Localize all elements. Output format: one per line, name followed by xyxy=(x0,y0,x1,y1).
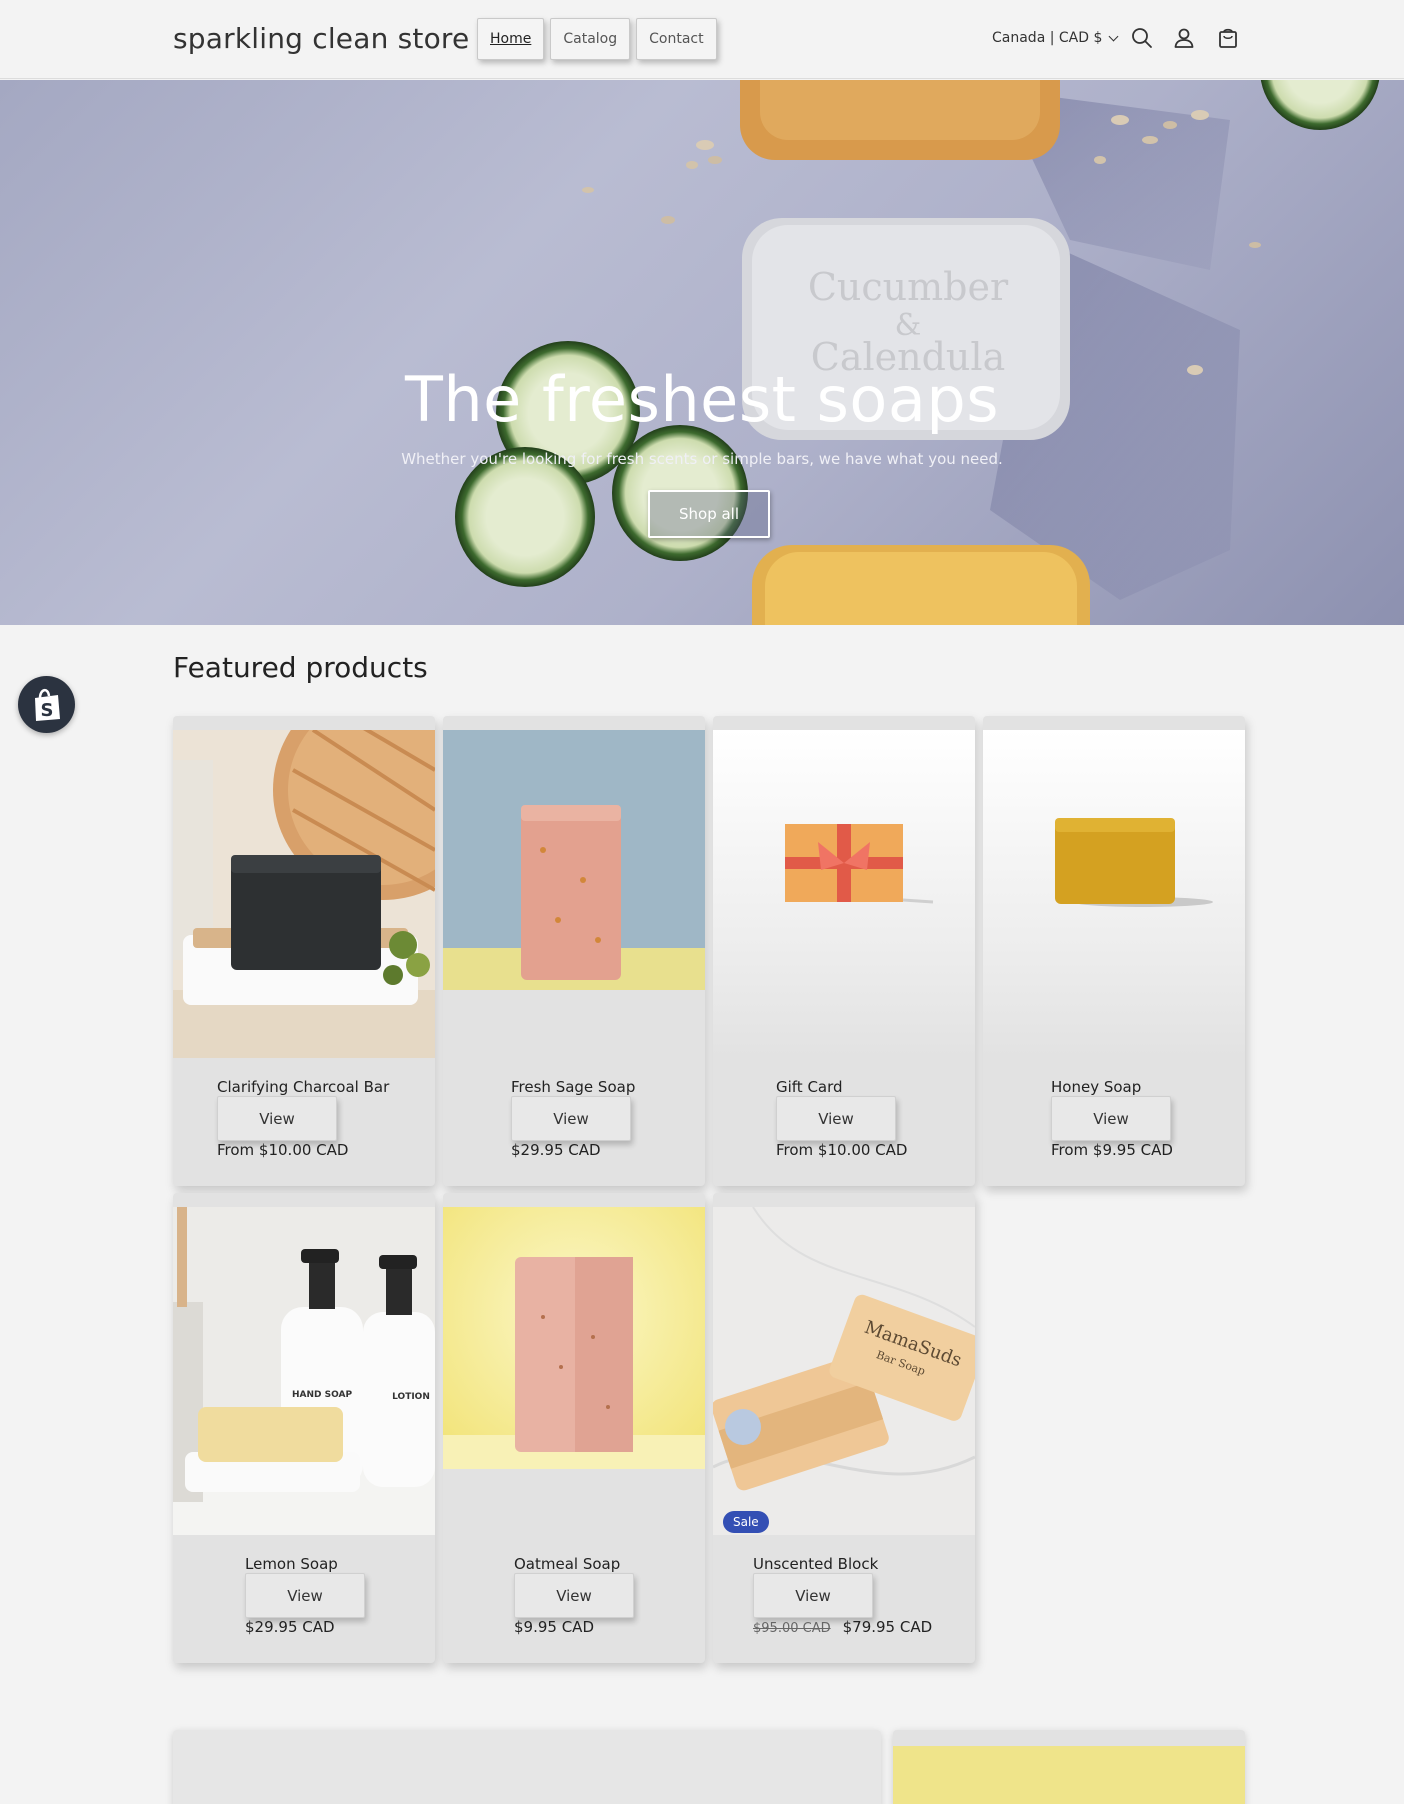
collection-card[interactable] xyxy=(173,1730,881,1804)
original-price: $95.00 CAD xyxy=(753,1621,831,1636)
view-button[interactable]: View xyxy=(511,1096,631,1141)
product-card[interactable]: Clarifying Charcoal Bar View From $10.00… xyxy=(173,716,435,1186)
product-price: From $10.00 CAD xyxy=(217,1141,349,1159)
country-selector[interactable]: Canada | CAD $ xyxy=(992,30,1119,46)
svg-text:Cucumber: Cucumber xyxy=(808,265,1009,309)
product-card[interactable]: MamaSuds Bar Soap Sale Unscented Block V… xyxy=(713,1193,975,1663)
hero-image: Cucumber & Calendula xyxy=(455,80,1380,625)
product-image: MamaSuds Bar Soap xyxy=(713,1207,975,1535)
shop-all-button[interactable]: Shop all xyxy=(648,490,770,538)
product-price: From $10.00 CAD xyxy=(776,1141,908,1159)
site-header: sparkling clean store Home Catalog Conta… xyxy=(0,0,1404,79)
hero-banner: Cucumber & Calendula The freshest soaps … xyxy=(0,80,1404,625)
product-image xyxy=(173,730,435,1058)
nav-home-label: Home xyxy=(490,31,532,47)
collection-card[interactable] xyxy=(893,1730,1245,1804)
product-card[interactable]: Fresh Sage Soap View $29.95 CAD xyxy=(443,716,705,1186)
product-name[interactable]: Honey Soap xyxy=(1051,1078,1141,1096)
product-name[interactable]: Oatmeal Soap xyxy=(514,1555,620,1573)
main-nav: Home Catalog Contact xyxy=(477,18,717,60)
product-image: HAND SOAP LOTION xyxy=(173,1207,435,1535)
hero-subtitle: Whether you're looking for fresh scents … xyxy=(401,450,1003,468)
search-icon[interactable] xyxy=(1130,26,1154,50)
product-image xyxy=(443,730,705,1058)
view-button[interactable]: View xyxy=(217,1096,337,1141)
cart-icon[interactable] xyxy=(1216,26,1240,50)
hero-title: The freshest soaps xyxy=(404,363,1000,436)
view-button[interactable]: View xyxy=(776,1096,896,1141)
nav-catalog-label: Catalog xyxy=(563,31,618,47)
svg-text:LOTION: LOTION xyxy=(392,1392,430,1402)
nav-catalog[interactable]: Catalog xyxy=(550,18,631,60)
featured-title: Featured products xyxy=(173,651,428,684)
view-button[interactable]: View xyxy=(753,1573,873,1618)
product-image xyxy=(713,730,975,1058)
product-name[interactable]: Clarifying Charcoal Bar xyxy=(217,1078,389,1096)
product-price: $95.00 CAD $79.95 CAD xyxy=(753,1618,932,1636)
product-name[interactable]: Unscented Block xyxy=(753,1555,878,1573)
product-card[interactable]: Honey Soap View From $9.95 CAD xyxy=(983,716,1245,1186)
sale-badge: Sale xyxy=(723,1511,769,1533)
nav-contact[interactable]: Contact xyxy=(636,18,717,60)
product-name[interactable]: Gift Card xyxy=(776,1078,843,1096)
product-name[interactable]: Fresh Sage Soap xyxy=(511,1078,635,1096)
product-price: $29.95 CAD xyxy=(511,1141,601,1159)
svg-text:S: S xyxy=(41,700,54,721)
account-icon[interactable] xyxy=(1172,26,1196,50)
collection-image xyxy=(893,1746,1245,1804)
store-logo[interactable]: sparkling clean store xyxy=(173,22,469,55)
product-image xyxy=(443,1207,705,1535)
nav-home[interactable]: Home xyxy=(477,18,545,60)
product-card[interactable]: Oatmeal Soap View $9.95 CAD xyxy=(443,1193,705,1663)
product-card[interactable]: Gift Card View From $10.00 CAD xyxy=(713,716,975,1186)
view-button[interactable]: View xyxy=(514,1573,634,1618)
product-name[interactable]: Lemon Soap xyxy=(245,1555,338,1573)
product-price: $9.95 CAD xyxy=(514,1618,594,1636)
view-button[interactable]: View xyxy=(1051,1096,1171,1141)
nav-contact-label: Contact xyxy=(649,31,704,47)
product-image xyxy=(983,730,1245,1058)
product-card[interactable]: HAND SOAP LOTION Lemon Soap View $29.95 … xyxy=(173,1193,435,1663)
view-button[interactable]: View xyxy=(245,1573,365,1618)
shopify-bag-icon: S xyxy=(35,689,60,721)
product-price: $29.95 CAD xyxy=(245,1618,335,1636)
country-selector-label: Canada | CAD $ xyxy=(992,30,1103,46)
svg-text:HAND SOAP: HAND SOAP xyxy=(292,1390,352,1400)
shopify-badge[interactable]: S xyxy=(18,676,75,733)
chevron-down-icon xyxy=(1108,31,1119,41)
sale-price: $79.95 CAD xyxy=(842,1618,933,1636)
product-price: From $9.95 CAD xyxy=(1051,1141,1173,1159)
